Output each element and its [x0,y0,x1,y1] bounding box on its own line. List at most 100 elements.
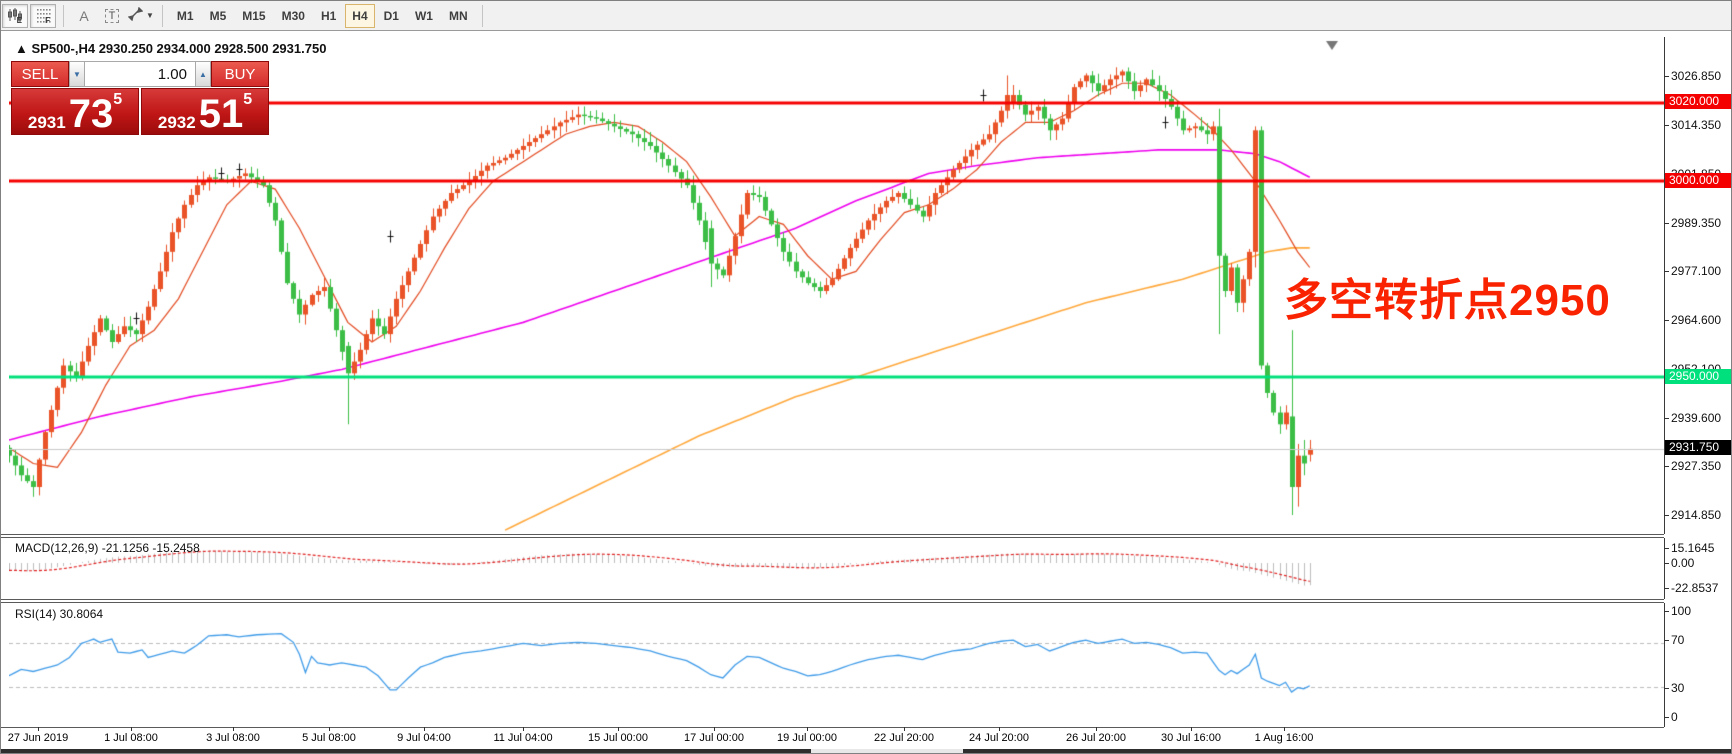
time-tick [1284,727,1285,731]
time-tick-label: 5 Jul 08:00 [302,732,356,744]
time-tick-label: 27 Jun 2019 [8,732,69,744]
timeframe-button-w1[interactable]: W1 [408,4,440,28]
price-tick [1664,320,1669,321]
time-tick [904,727,905,731]
buy-price-handle: 2932 [158,114,196,131]
timeframe-button-m5[interactable]: M5 [203,4,234,28]
toolbar-separator [162,5,163,27]
mt4-chart-window: EFAT▼M1M5M15M30H1H4D1W1MN ▲ SP500-,H4 29… [0,0,1732,754]
indicator-axis-tick [1664,588,1669,589]
macd-indicator-pane[interactable] [9,538,1665,599]
time-tick-label: 30 Jul 16:00 [1161,732,1221,744]
pane-splitter-rsi[interactable] [1,599,1664,603]
time-tick-label: 22 Jul 20:00 [874,732,934,744]
timeframe-button-h4[interactable]: H4 [345,4,374,28]
toolbar: EF AT ▼ M1M5M15M30H1H4D1W1MN [1,1,1732,31]
time-tick [714,727,715,731]
indicator-axis-label: 0 [1671,710,1678,724]
time-tick [1096,727,1097,731]
indicator-axis-tick [1664,563,1669,564]
volume-input[interactable] [85,61,195,87]
chevron-down-icon: ▼ [146,11,154,20]
price-line-badge: 3000.000 [1665,173,1732,188]
time-tick [233,727,234,731]
timeframe-button-d1[interactable]: D1 [377,4,406,28]
timeframe-button-m30[interactable]: M30 [275,4,312,28]
buy-price-point: 5 [243,91,252,109]
sell-price-pips: 73 [69,98,114,131]
scrollbar-track-right [963,749,1732,754]
indicator-axis-tick [1664,548,1669,549]
price-tick-label: 2939.600 [1671,411,1721,425]
rsi-label: RSI(14) 30.8064 [15,607,103,621]
text-box-icon: T [105,9,120,23]
text-box-button[interactable]: T [99,4,125,28]
scrollbar-track-left [1,749,811,754]
time-tick [329,727,330,731]
indicator-axis-tick [1664,717,1669,718]
symbol-marker-icon: ▲ [15,41,28,56]
time-tick-label: 1 Aug 16:00 [1255,732,1314,744]
buy-button[interactable]: BUY [211,61,269,87]
time-tick [38,727,39,731]
time-axis-separator [1,727,1664,728]
price-tick [1664,515,1669,516]
buy-price-box[interactable]: 2932 51 5 [141,88,269,135]
volume-decrease-button[interactable]: ▼ [69,61,85,87]
price-tick-label: 2989.350 [1671,216,1721,230]
text-label-button[interactable]: A [71,4,97,28]
buy-price-pips: 51 [199,98,244,131]
time-tick-label: 11 Jul 04:00 [493,732,552,744]
sell-price-box[interactable]: 2931 73 5 [11,88,139,135]
indicator-axis-tick [1664,688,1669,689]
price-tick [1664,125,1669,126]
time-tick-label: 3 Jul 08:00 [206,732,260,744]
price-tick [1664,76,1669,77]
timeframe-button-mn[interactable]: MN [442,4,475,28]
sell-price-point: 5 [113,91,122,109]
time-tick-label: 19 Jul 00:00 [777,732,837,744]
pane-splitter-macd[interactable] [1,534,1664,538]
toolbar-separator [482,5,483,27]
price-tick-label: 3026.850 [1671,69,1721,83]
price-tick-label: 2977.100 [1671,264,1721,278]
horizontal-scrollbar[interactable] [1,749,1732,754]
indicator-axis-tick [1664,611,1669,612]
grid-button[interactable]: F [30,4,56,28]
time-tick [999,727,1000,731]
indicator-axis-label: 30 [1671,681,1684,695]
toolbar-separator [63,5,64,27]
time-tick-label: 15 Jul 00:00 [588,732,648,744]
time-tick-label: 17 Jul 00:00 [684,732,744,744]
cursor-arrows-icon [128,7,143,24]
timeframe-button-h1[interactable]: H1 [314,4,343,28]
price-tick [1664,271,1669,272]
time-tick-label: 26 Jul 20:00 [1066,732,1126,744]
price-tick-label: 3014.350 [1671,118,1721,132]
price-tick-label: 2927.350 [1671,459,1721,473]
price-tick [1664,223,1669,224]
timeframe-button-m1[interactable]: M1 [170,4,201,28]
time-tick [424,727,425,731]
grid-icon: F [35,7,51,25]
time-tick [1191,727,1192,731]
one-click-trading-panel: SELL ▼ ▲ BUY 2931 73 5 2932 51 5 [11,61,269,135]
price-line-badge: 2950.000 [1665,369,1732,384]
indicators-button[interactable]: E [2,4,28,28]
macd-label: MACD(12,26,9) -21.1256 -15.2458 [15,541,200,555]
time-tick-label: 24 Jul 20:00 [969,732,1029,744]
sell-button[interactable]: SELL [11,61,69,87]
time-tick [618,727,619,731]
price-tick-label: 2914.850 [1671,508,1721,522]
indicator-axis-label: 15.1645 [1671,541,1714,555]
rsi-indicator-pane[interactable] [9,603,1665,727]
indicator-axis-label: 70 [1671,633,1684,647]
timeframe-button-m15[interactable]: M15 [235,4,272,28]
indicator-axis-label: 100 [1671,604,1691,618]
volume-increase-button[interactable]: ▲ [195,61,211,87]
time-tick-label: 9 Jul 04:00 [397,732,451,744]
candles-icon: E [7,7,23,25]
cursor-mode-button[interactable]: ▼ [127,4,155,28]
price-tick [1664,466,1669,467]
indicator-axis-label: 0.00 [1671,556,1694,570]
